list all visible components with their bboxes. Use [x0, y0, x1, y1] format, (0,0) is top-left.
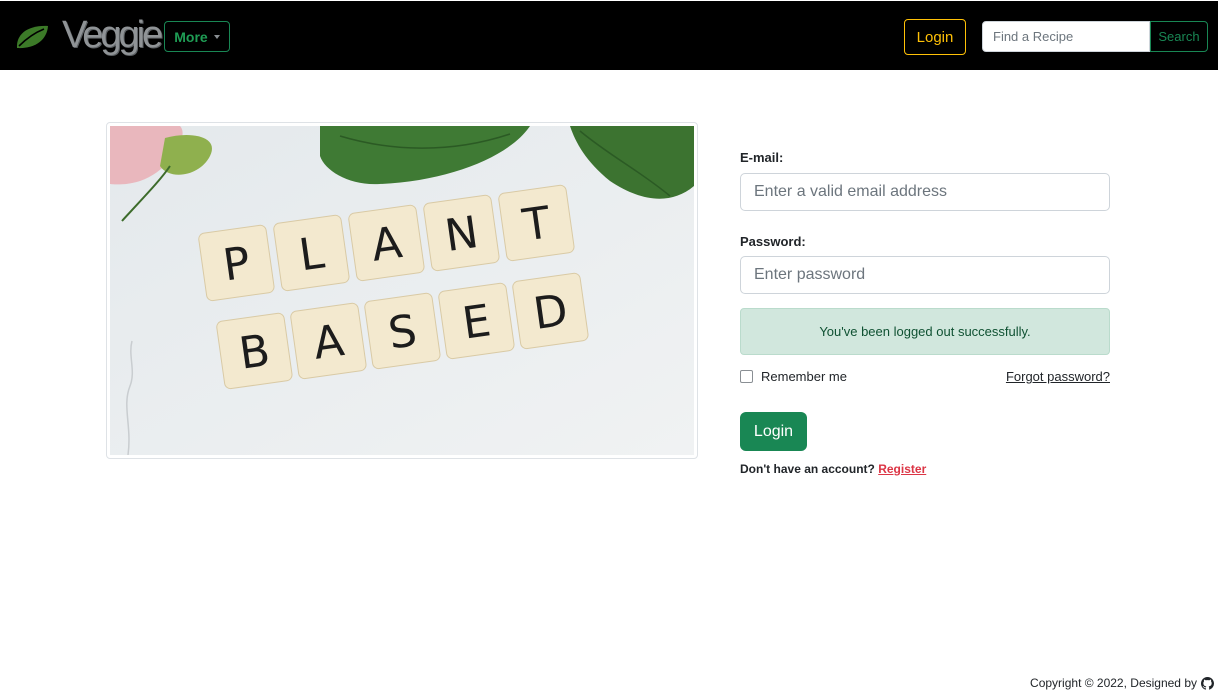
tile-d: D [530, 285, 571, 340]
email-label: E-mail: [740, 150, 784, 165]
hero-image-frame: P L A N T B A S E D [106, 122, 698, 459]
register-link[interactable]: Register [878, 462, 926, 476]
navbar: Veggie More Login Search [0, 1, 1218, 70]
password-field[interactable] [740, 256, 1110, 294]
plant-based-image: P L A N T B A S E D [110, 126, 694, 455]
github-icon[interactable] [1201, 676, 1214, 690]
copyright-text: Copyright © 2022, Designed by [1030, 676, 1197, 690]
nav-login-button[interactable]: Login [904, 19, 966, 55]
search-button[interactable]: Search [1150, 21, 1208, 52]
caret-down-icon [213, 35, 220, 39]
search-input[interactable] [982, 21, 1150, 52]
remember-me: Remember me [740, 369, 847, 384]
remember-me-checkbox[interactable] [740, 370, 753, 383]
leaf-icon [16, 25, 48, 49]
register-prompt: Don't have an account? Register [740, 462, 926, 476]
brand-name: Veggie [62, 14, 163, 56]
login-button[interactable]: Login [740, 412, 807, 451]
more-dropdown-button[interactable]: More [164, 21, 230, 52]
tile-n: N [442, 207, 482, 262]
email-field[interactable] [740, 173, 1110, 211]
remember-me-label: Remember me [761, 369, 847, 384]
more-label: More [174, 28, 208, 45]
logout-success-alert: You've been logged out successfully. [740, 308, 1110, 355]
brand[interactable]: Veggie [14, 13, 163, 59]
footer: Copyright © 2022, Designed by [1030, 676, 1214, 690]
forgot-password-link[interactable]: Forgot password? [1006, 369, 1110, 384]
no-account-text: Don't have an account? [740, 462, 875, 476]
password-label: Password: [740, 234, 806, 249]
